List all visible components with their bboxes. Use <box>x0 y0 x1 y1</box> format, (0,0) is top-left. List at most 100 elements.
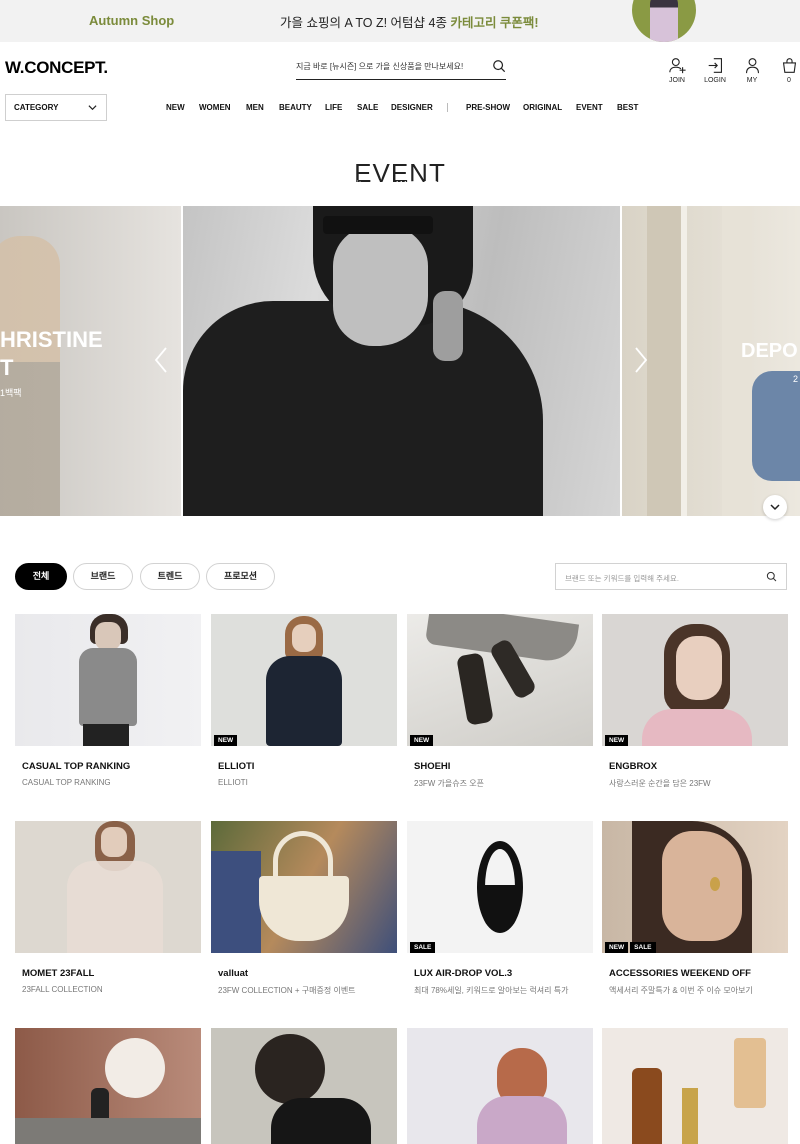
event-card[interactable]: SALE LUX AIR-DROP VOL.3 최대 78%세일, 키워드로 알… <box>407 821 593 996</box>
event-title[interactable]: CASUAL TOP RANKING <box>15 761 201 772</box>
event-title[interactable]: ENGBROX <box>602 761 788 772</box>
event-card[interactable] <box>407 1028 593 1144</box>
event-image <box>211 1028 397 1144</box>
filter-tab-brand[interactable]: 브랜드 <box>73 563 133 590</box>
badge-sale: SALE <box>410 942 436 953</box>
hero-next-title: DEPO <box>741 340 798 362</box>
hero-next-subtitle: 2 <box>793 374 799 384</box>
event-title[interactable]: MOMET 23FALL <box>15 968 201 979</box>
event-subtitle: CASUAL TOP RANKING <box>22 778 111 787</box>
badge-new: NEW <box>605 942 629 953</box>
join-label: JOIN <box>669 77 685 84</box>
filter-tab-promotion[interactable]: 프로모션 <box>206 563 275 590</box>
event-subtitle: 23FW COLLECTION + 구매증정 이벤트 <box>218 986 356 995</box>
shopping-bag-icon <box>782 58 796 73</box>
site-logo[interactable]: W.CONCEPT. <box>5 58 108 78</box>
hero-next-jeans <box>752 371 800 481</box>
join-link[interactable]: JOIN <box>662 57 692 84</box>
nav-event[interactable]: EVENT <box>576 103 603 112</box>
nav-new[interactable]: NEW <box>166 103 185 112</box>
my-page-link[interactable]: MY <box>737 57 767 84</box>
search-icon[interactable] <box>492 59 506 73</box>
login-icon <box>708 58 722 73</box>
event-title[interactable]: LUX AIR-DROP VOL.3 <box>407 968 593 979</box>
event-card[interactable]: NEW ENGBROX 사랑스러운 순간을 담은 23FW <box>602 614 788 789</box>
nav-original[interactable]: ORIGINAL <box>523 103 562 112</box>
cart-count: 0 <box>787 77 791 84</box>
event-card[interactable] <box>211 1028 397 1144</box>
search-icon[interactable] <box>766 571 777 582</box>
event-card[interactable]: CASUAL TOP RANKING CASUAL TOP RANKING <box>15 614 201 787</box>
event-card[interactable]: NEW SALE ACCESSORIES WEEKEND OFF 액세서리 주말특… <box>602 821 788 996</box>
nav-pre-show[interactable]: PRE-SHOW <box>466 103 510 112</box>
event-subtitle: 23FALL COLLECTION <box>22 985 103 994</box>
promo-banner[interactable]: Autumn Shop 가을 쇼핑의 A TO Z! 어텀샵 4종 카테고리 쿠… <box>0 0 800 42</box>
event-title[interactable]: ACCESSORIES WEEKEND OFF <box>602 968 788 979</box>
nav-sale[interactable]: SALE <box>357 103 378 112</box>
hero-hand-shape <box>433 291 463 361</box>
hero-prev-title: HRISTINE T <box>0 327 103 380</box>
event-title[interactable]: SHOEHI <box>407 761 593 772</box>
event-card[interactable] <box>602 1028 788 1144</box>
scroll-down-button[interactable] <box>763 495 787 519</box>
nav-beauty[interactable]: BEAUTY <box>279 103 312 112</box>
carousel-prev-arrow-icon[interactable] <box>153 346 169 374</box>
promo-shop-label[interactable]: Autumn Shop <box>89 13 174 28</box>
hero-prev-subtitle: 1백팩 <box>0 388 22 398</box>
nav-designer[interactable]: DESIGNER <box>391 103 433 112</box>
event-card[interactable]: MOMET 23FALL 23FALL COLLECTION <box>15 821 201 994</box>
login-link[interactable]: LOGIN <box>700 57 730 84</box>
hero-subtitle: editorial by W CONCEPT <box>345 180 458 191</box>
carousel-next-arrow-icon[interactable] <box>633 346 649 374</box>
event-title[interactable]: valluat <box>211 968 397 979</box>
event-card[interactable]: valluat 23FW COLLECTION + 구매증정 이벤트 <box>211 821 397 996</box>
hero-title: TREND WE PICK: Perfect Leather <box>234 120 569 143</box>
event-image <box>15 614 201 746</box>
badge-new: NEW <box>214 735 238 746</box>
event-badges: NEW SALE <box>605 942 656 953</box>
header-search[interactable]: 지금 바로 [뉴시즌] 으로 가을 신상품을 만나보세요! <box>296 56 506 80</box>
nav-best[interactable]: BEST <box>617 103 638 112</box>
filter-tab-all[interactable]: 전체 <box>15 563 67 590</box>
event-title[interactable]: ELLIOTI <box>211 761 397 772</box>
event-card[interactable] <box>15 1028 201 1144</box>
promo-text[interactable]: 가을 쇼핑의 A TO Z! 어텀샵 4종 카테고리 쿠폰팩! <box>280 12 539 31</box>
event-image <box>15 1028 201 1144</box>
category-dropdown[interactable]: CATEGORY <box>5 94 107 121</box>
hero-glasses-shape <box>323 216 433 234</box>
category-label: CATEGORY <box>14 103 59 112</box>
filter-tab-trend[interactable]: 트렌드 <box>140 563 200 590</box>
badge-new: NEW <box>410 735 434 746</box>
event-badges: SALE <box>410 942 436 953</box>
event-image <box>407 1028 593 1144</box>
keyword-search-input[interactable]: 브랜드 또는 키워드를 입력해 주세요. <box>565 573 679 584</box>
event-subtitle: 액세서리 주말특가 & 이번 주 이슈 모아보기 <box>609 986 753 995</box>
chevron-down-icon <box>88 105 97 111</box>
search-input[interactable]: 지금 바로 [뉴시즌] 으로 가을 신상품을 만나보세요! <box>296 61 463 72</box>
promo-model-image <box>632 0 696 42</box>
event-subtitle: 23FW 가을슈즈 오픈 <box>414 779 484 788</box>
nav-men[interactable]: MEN <box>246 103 264 112</box>
hero-face-shape <box>333 226 428 346</box>
nav-divider <box>447 103 448 112</box>
nav-women[interactable]: WOMEN <box>199 103 231 112</box>
hero-next-door <box>647 206 687 516</box>
login-label: LOGIN <box>704 77 726 84</box>
cart-link[interactable]: 0 <box>774 57 800 84</box>
event-card[interactable]: NEW ELLIOTI ELLIOTI <box>211 614 397 787</box>
hero-carousel[interactable]: HRISTINE T 1백팩 <box>0 206 800 516</box>
event-subtitle: 사랑스러운 순간을 담은 23FW <box>609 779 711 788</box>
badge-sale: SALE <box>630 942 656 953</box>
event-card[interactable]: NEW SHOEHI 23FW 가을슈즈 오픈 <box>407 614 593 789</box>
event-subtitle: 최대 78%세일, 키워드로 알아보는 럭셔리 특가 <box>414 986 569 995</box>
user-icon <box>745 58 759 74</box>
event-image: NEW SALE <box>602 821 788 953</box>
nav-life[interactable]: LIFE <box>325 103 342 112</box>
hero-slide-current[interactable] <box>183 206 620 516</box>
event-badges: NEW <box>605 735 629 746</box>
event-image <box>15 821 201 953</box>
badge-new: NEW <box>605 735 629 746</box>
event-subtitle: ELLIOTI <box>218 778 248 787</box>
keyword-search[interactable]: 브랜드 또는 키워드를 입력해 주세요. <box>555 563 787 590</box>
event-badges: NEW <box>214 735 238 746</box>
